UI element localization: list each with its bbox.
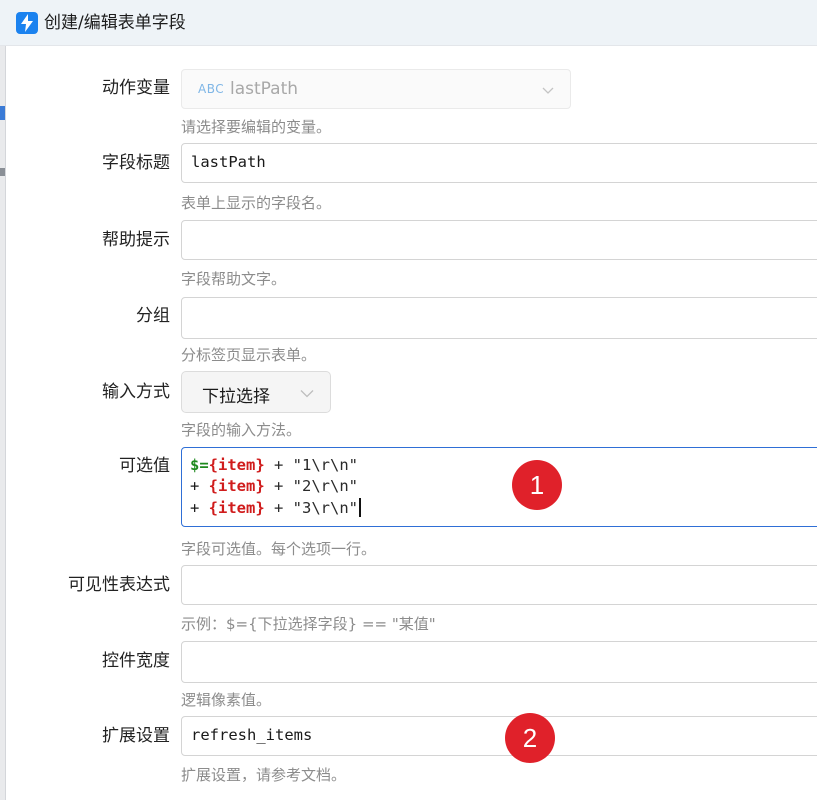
input-mode-dropdown[interactable]: 下拉选择 (181, 371, 331, 413)
extension-input[interactable]: refresh_items (181, 716, 817, 756)
annotation-badge-2: 2 (505, 713, 555, 763)
help-tip-hint: 字段帮助文字。 (181, 270, 287, 288)
action-variable-hint: 请选择要编辑的变量。 (181, 118, 332, 136)
field-title-hint: 表单上显示的字段名。 (181, 194, 332, 212)
annotation-badge-1: 1 (512, 460, 562, 510)
code-line: + {item} + "2\r\n" (190, 477, 358, 495)
text-cursor (359, 498, 361, 517)
title-bar: 创建/编辑表单字段 (0, 0, 817, 46)
input-mode-label: 输入方式 (102, 382, 170, 402)
code-line: $={item} + "1\r\n" (190, 456, 358, 474)
group-hint: 分标签页显示表单。 (181, 346, 317, 364)
extension-label: 扩展设置 (102, 726, 170, 746)
field-title-label: 字段标题 (102, 153, 170, 173)
extension-value: refresh_items (191, 726, 313, 744)
action-variable-label: 动作变量 (102, 78, 170, 98)
extension-hint: 扩展设置，请参考文档。 (181, 766, 347, 784)
help-tip-label: 帮助提示 (102, 230, 170, 250)
visibility-input[interactable] (181, 565, 817, 605)
background-window-mark (0, 106, 5, 120)
text-type-icon: ABC (198, 82, 225, 96)
options-code-editor[interactable]: $={item} + "1\r\n" + {item} + "2\r\n" + … (181, 447, 817, 527)
visibility-label: 可见性表达式 (68, 575, 170, 595)
input-mode-value: 下拉选择 (202, 387, 270, 407)
field-title-input[interactable]: lastPath (181, 143, 817, 183)
chevron-down-icon (542, 87, 554, 94)
group-input[interactable] (181, 297, 817, 339)
window-title: 创建/编辑表单字段 (44, 13, 186, 33)
options-label: 可选值 (119, 456, 170, 476)
action-variable-select[interactable]: ABC lastPath (181, 69, 571, 109)
background-window-mark (0, 168, 5, 176)
field-title-value: lastPath (191, 153, 266, 171)
action-variable-value: lastPath (230, 79, 299, 99)
width-label: 控件宽度 (102, 651, 170, 671)
options-hint: 字段可选值。每个选项一行。 (181, 540, 377, 558)
width-hint: 逻辑像素值。 (181, 691, 272, 709)
visibility-hint: 示例：$={下拉选择字段} == "某值" (181, 615, 436, 633)
code-line: + {item} + "3\r\n" (190, 498, 361, 517)
app-lightning-icon (16, 12, 38, 34)
help-tip-input[interactable] (181, 220, 817, 260)
chevron-down-icon (300, 390, 314, 398)
width-input[interactable] (181, 641, 817, 683)
group-label: 分组 (136, 306, 170, 326)
input-mode-hint: 字段的输入方法。 (181, 421, 302, 439)
